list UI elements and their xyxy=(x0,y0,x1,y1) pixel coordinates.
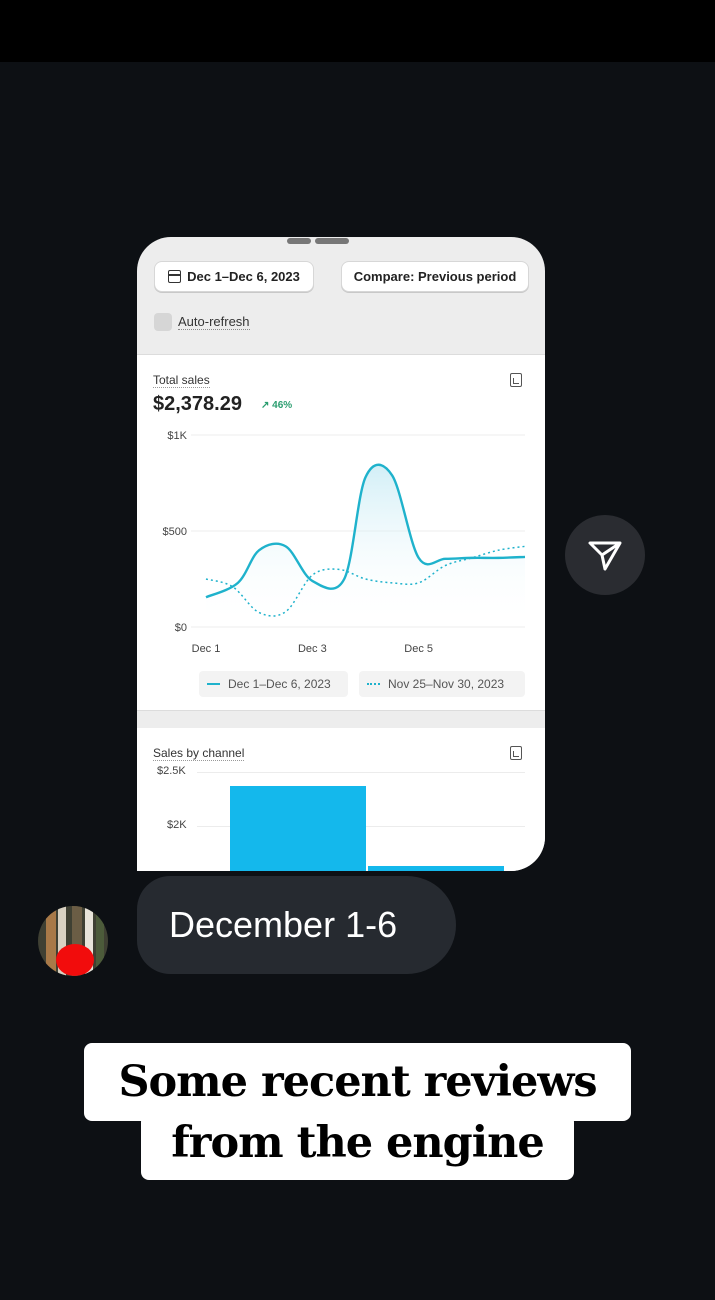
send-icon xyxy=(588,541,622,571)
x-tick-label: Dec 1 xyxy=(192,643,221,655)
share-button[interactable] xyxy=(565,515,645,595)
x-tick-label: Dec 5 xyxy=(404,643,433,655)
caption-line-1: Some recent reviews xyxy=(0,1043,715,1121)
series-area-current xyxy=(206,464,525,627)
y-tick-label: $1K xyxy=(167,430,187,442)
gridline xyxy=(197,772,525,773)
date-range-button[interactable]: Dec 1–Dec 6, 2023 xyxy=(154,261,314,292)
export-report-icon[interactable] xyxy=(510,746,522,760)
date-range-label: Dec 1–Dec 6, 2023 xyxy=(187,269,300,284)
y-tick-label: $0 xyxy=(175,622,187,634)
channel-bar xyxy=(230,786,366,871)
auto-refresh-label: Auto-refresh xyxy=(178,314,250,330)
avatar[interactable] xyxy=(38,906,108,976)
cut-off-page-title xyxy=(287,237,397,244)
legend-previous-period[interactable]: Nov 25–Nov 30, 2023 xyxy=(359,671,525,697)
caption-line-2: from the engine xyxy=(0,1114,715,1180)
legend-current-period[interactable]: Dec 1–Dec 6, 2023 xyxy=(199,671,348,697)
message-bubble[interactable]: December 1-6 xyxy=(137,876,456,974)
y-tick-label: $500 xyxy=(163,526,187,538)
legend-solid-swatch xyxy=(207,683,220,685)
sales-by-channel-title: Sales by channel xyxy=(153,746,245,761)
channel-bar xyxy=(368,866,504,871)
channel-y-tick: $2K xyxy=(167,819,187,831)
message-text: December 1-6 xyxy=(169,904,398,945)
compare-label: Compare: Previous period xyxy=(353,269,517,284)
total-sales-panel: Total sales $2,378.29 ↗ 46% $1K $500 $0 Dec… xyxy=(137,354,545,711)
total-sales-line-chart: $1K $500 $0 Dec 1 Dec 3 Dec 5 xyxy=(163,430,526,655)
x-tick-label: Dec 3 xyxy=(298,643,327,655)
auto-refresh-toggle[interactable]: Auto-refresh xyxy=(154,313,250,331)
caption-text-2: from the engine xyxy=(141,1114,574,1180)
shared-screenshot-card[interactable]: Dec 1–Dec 6, 2023 Compare: Previous peri… xyxy=(137,237,545,871)
redaction-mark xyxy=(56,944,94,976)
legend-previous-label: Nov 25–Nov 30, 2023 xyxy=(388,677,505,691)
legend-dotted-swatch xyxy=(367,683,380,685)
channel-y-tick: $2.5K xyxy=(157,765,186,777)
sales-by-channel-panel: Sales by channel $2.5K $2K xyxy=(137,728,545,871)
auto-refresh-checkbox[interactable] xyxy=(154,313,172,331)
legend-current-label: Dec 1–Dec 6, 2023 xyxy=(228,677,331,691)
status-bar xyxy=(0,0,715,62)
caption-text-1: Some recent reviews xyxy=(84,1043,631,1121)
calendar-icon xyxy=(168,270,182,283)
compare-button[interactable]: Compare: Previous period xyxy=(341,261,529,292)
